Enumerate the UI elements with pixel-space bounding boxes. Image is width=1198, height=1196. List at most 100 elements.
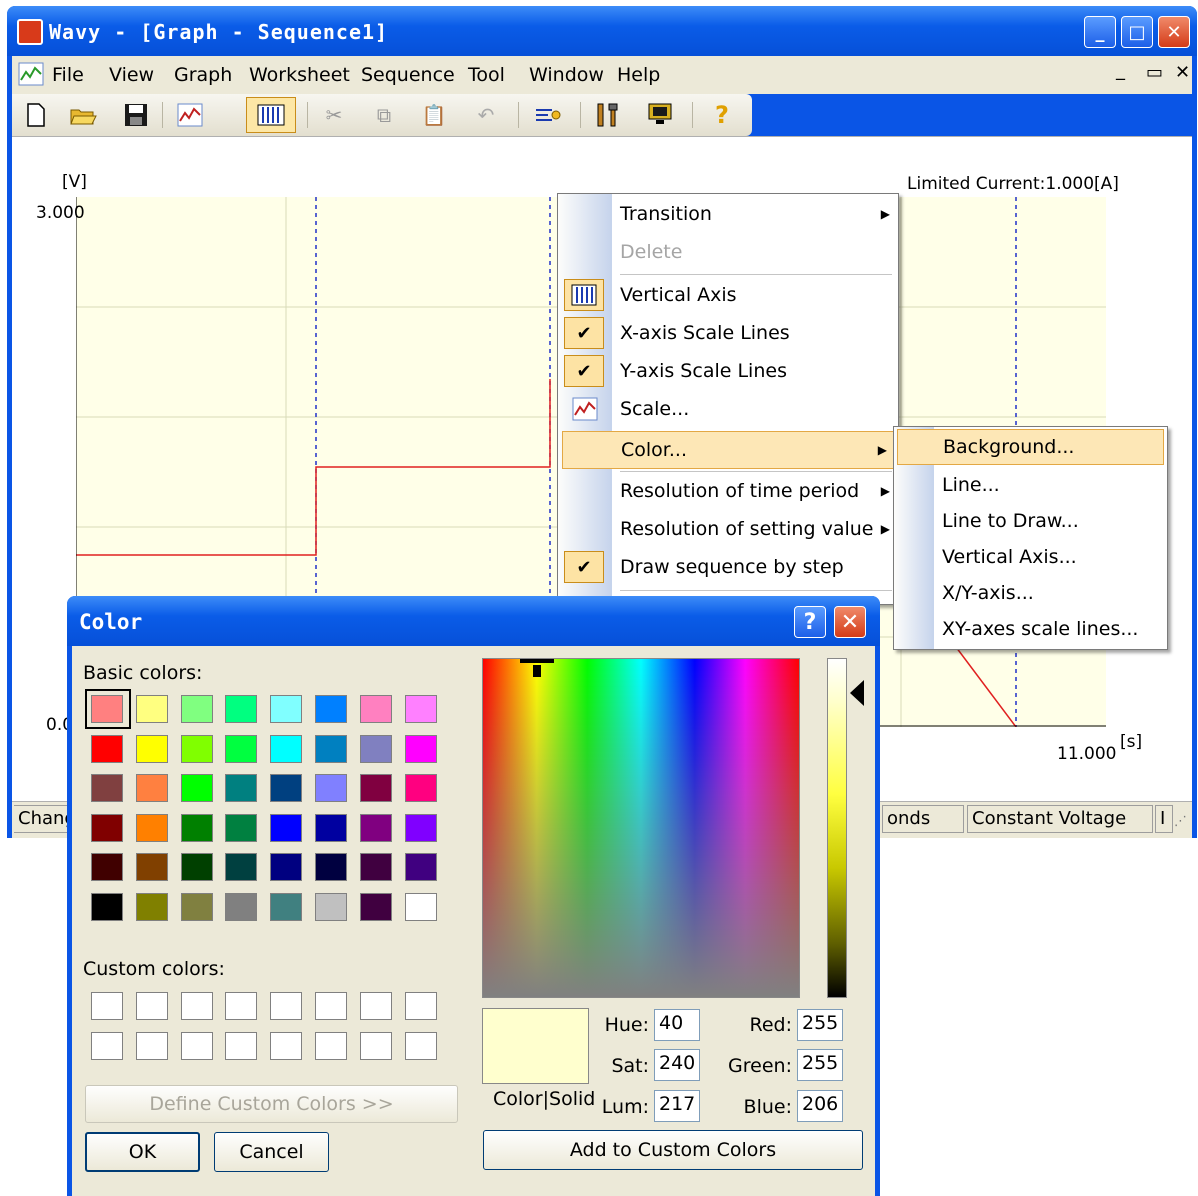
custom-color-swatch[interactable]	[91, 1032, 123, 1060]
custom-color-swatch[interactable]	[359, 992, 392, 1020]
basic-color-swatch[interactable]	[315, 813, 347, 842]
submenu-vertical-axis[interactable]: Vertical Axis...	[894, 539, 1167, 575]
luminance-arrow-icon[interactable]	[850, 680, 864, 706]
lum-field[interactable]: 217	[654, 1090, 700, 1122]
add-to-custom-colors-button[interactable]: Add to Custom Colors	[483, 1130, 863, 1170]
blue-field[interactable]: 206	[797, 1090, 843, 1122]
custom-color-swatch[interactable]	[359, 1032, 392, 1060]
hue-field[interactable]: 40	[654, 1009, 700, 1041]
menu-tool[interactable]: Tool	[468, 64, 505, 86]
menu-vertical-axis[interactable]: Vertical Axis	[558, 277, 898, 313]
basic-color-swatch[interactable]	[91, 853, 123, 882]
menu-resolution-time[interactable]: Resolution of time period ▶	[558, 473, 898, 509]
open-folder-icon[interactable]	[68, 99, 100, 131]
maximize-button[interactable]: □	[1121, 16, 1153, 48]
basic-color-swatch[interactable]	[225, 734, 258, 763]
basic-color-swatch[interactable]	[315, 734, 347, 763]
basic-color-swatch[interactable]	[404, 893, 437, 921]
custom-color-swatch[interactable]	[180, 1032, 213, 1060]
close-button[interactable]: ✕	[1158, 16, 1190, 48]
luminance-bar[interactable]	[827, 658, 847, 998]
basic-color-swatch[interactable]	[359, 695, 392, 723]
save-icon[interactable]	[120, 99, 152, 131]
basic-color-swatch[interactable]	[404, 853, 437, 882]
basic-color-swatch[interactable]	[359, 813, 392, 842]
basic-color-swatch[interactable]	[404, 813, 437, 842]
menu-view[interactable]: View	[109, 64, 154, 86]
custom-color-swatch[interactable]	[270, 992, 303, 1020]
basic-color-swatch[interactable]	[225, 853, 258, 882]
paste-icon[interactable]: 📋	[418, 99, 450, 131]
ok-button[interactable]: OK	[85, 1132, 200, 1172]
custom-color-swatch[interactable]	[315, 992, 347, 1020]
doc-minimize-button[interactable]: _	[1116, 60, 1125, 81]
custom-color-swatch[interactable]	[225, 992, 258, 1020]
custom-color-swatch[interactable]	[225, 1032, 258, 1060]
define-custom-colors-button[interactable]: Define Custom Colors >>	[85, 1085, 458, 1123]
basic-color-swatch[interactable]	[180, 853, 213, 882]
help-icon[interactable]: ?	[706, 99, 738, 131]
basic-color-swatch[interactable]	[180, 813, 213, 842]
basic-color-swatch[interactable]	[135, 774, 168, 803]
basic-color-swatch[interactable]	[359, 853, 392, 882]
basic-color-swatch[interactable]	[91, 893, 123, 921]
basic-color-swatch[interactable]	[315, 853, 347, 882]
custom-color-swatch[interactable]	[404, 1032, 437, 1060]
custom-color-swatch[interactable]	[135, 1032, 168, 1060]
basic-color-swatch[interactable]	[91, 734, 123, 763]
dialog-title-bar[interactable]: Color ? ✕	[67, 596, 880, 646]
menu-y-axis-scale-lines[interactable]: ✔ Y-axis Scale Lines	[558, 353, 898, 389]
vertical-axis-icon[interactable]	[246, 97, 296, 133]
red-field[interactable]: 255	[797, 1009, 843, 1041]
submenu-xy-axis[interactable]: X/Y-axis...	[894, 575, 1167, 611]
basic-color-swatch[interactable]	[135, 853, 168, 882]
basic-color-swatch[interactable]	[359, 893, 392, 921]
custom-color-swatch[interactable]	[180, 992, 213, 1020]
basic-color-swatch[interactable]	[270, 734, 303, 763]
doc-restore-button[interactable]: ▭	[1146, 62, 1163, 83]
basic-color-swatch[interactable]	[135, 734, 168, 763]
basic-color-swatch[interactable]	[135, 813, 168, 842]
basic-color-swatch[interactable]	[270, 893, 303, 921]
custom-color-swatch[interactable]	[135, 992, 168, 1020]
menu-graph[interactable]: Graph	[174, 64, 232, 86]
basic-color-swatch[interactable]	[180, 893, 213, 921]
menu-transition[interactable]: Transition ▶	[558, 196, 898, 232]
basic-color-swatch[interactable]	[270, 774, 303, 803]
app-icon[interactable]	[17, 19, 43, 45]
submenu-line-to-draw[interactable]: Line to Draw...	[894, 503, 1167, 539]
menu-worksheet[interactable]: Worksheet	[249, 64, 350, 86]
tools-icon[interactable]	[592, 99, 624, 131]
undo-icon[interactable]: ↶	[470, 99, 502, 131]
menu-x-axis-scale-lines[interactable]: ✔ X-axis Scale Lines	[558, 315, 898, 351]
settings-icon[interactable]	[532, 99, 564, 131]
menu-sequence[interactable]: Sequence	[361, 64, 455, 86]
title-bar[interactable]: Wavy - [Graph - Sequence1] _ □ ✕	[7, 6, 1197, 56]
submenu-line[interactable]: Line...	[894, 467, 1167, 503]
basic-color-swatch[interactable]	[225, 893, 258, 921]
graph-icon[interactable]	[174, 99, 206, 131]
basic-color-swatch[interactable]	[180, 774, 213, 803]
menu-resolution-value[interactable]: Resolution of setting value ▶	[558, 511, 898, 547]
doc-close-button[interactable]: ✕	[1175, 62, 1190, 83]
new-document-icon[interactable]	[20, 99, 52, 131]
basic-color-swatch[interactable]	[180, 695, 213, 723]
basic-color-swatch[interactable]	[135, 893, 168, 921]
resize-grip-icon[interactable]: ⋰	[1174, 814, 1187, 829]
cut-icon[interactable]: ✂	[318, 99, 350, 131]
basic-color-swatch[interactable]	[315, 695, 347, 723]
basic-color-swatch[interactable]	[315, 893, 347, 921]
color-spectrum[interactable]	[482, 658, 800, 998]
basic-color-swatch[interactable]	[270, 695, 303, 723]
copy-icon[interactable]: ⧉	[368, 99, 400, 131]
menu-delete[interactable]: Delete	[558, 234, 898, 270]
menu-help[interactable]: Help	[617, 64, 660, 86]
basic-color-swatch[interactable]	[225, 695, 258, 723]
basic-color-swatch[interactable]	[315, 774, 347, 803]
dialog-close-button[interactable]: ✕	[834, 606, 866, 638]
basic-color-swatch[interactable]	[404, 734, 437, 763]
cancel-button[interactable]: Cancel	[214, 1132, 329, 1172]
basic-color-swatch[interactable]	[180, 734, 213, 763]
green-field[interactable]: 255	[797, 1049, 843, 1081]
submenu-background[interactable]: Background...	[897, 429, 1164, 465]
